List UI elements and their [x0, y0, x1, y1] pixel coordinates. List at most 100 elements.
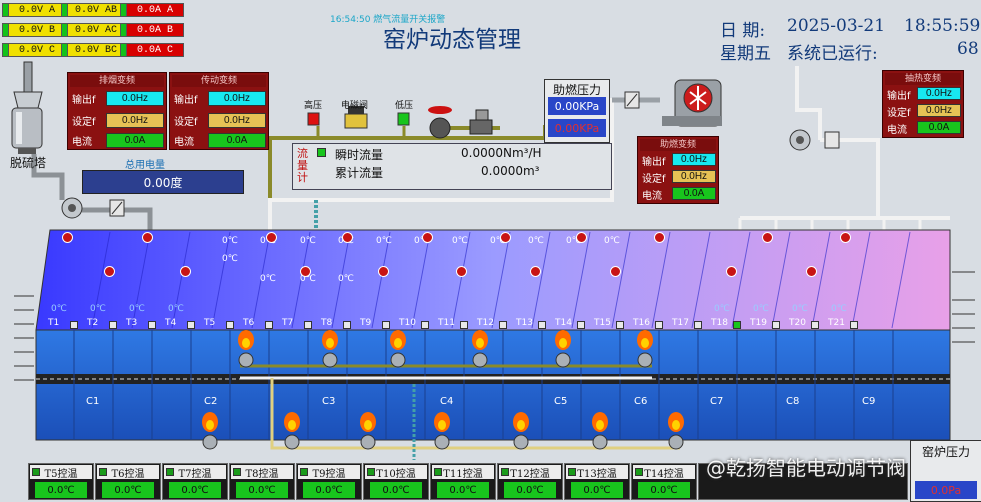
zone-status-light [772, 321, 780, 329]
thermocouple-icon [840, 232, 851, 243]
kiln-car-label: C7 [710, 396, 724, 407]
temperature-control-box[interactable]: T14控温 0.0℃ [631, 463, 697, 500]
zone-temperature: 0℃ [753, 304, 769, 314]
kiln-pressure-panel: 窑炉压力 0.0Pa [910, 440, 981, 502]
zone-status-light [460, 321, 468, 329]
vfd-label: 输出f [72, 95, 96, 106]
control-value: 0.0℃ [303, 482, 355, 498]
cooling-vfd-panel: 抽热变频 输出f 0.0Hz 设定f 0.0Hz 电流 0.0A [882, 70, 964, 138]
temperature-control-box[interactable]: T13控温 0.0℃ [564, 463, 630, 500]
temperature-control-box[interactable]: T5控温 0.0℃ [28, 463, 94, 500]
zone-label: T17 [672, 318, 689, 328]
zone-label: T4 [165, 318, 177, 328]
control-status-light [367, 468, 375, 476]
vfd-label: 设定f [174, 117, 198, 128]
zone-label: T10 [399, 318, 416, 328]
zone-label: T18 [711, 318, 728, 328]
zone-status-light [304, 321, 312, 329]
watermark: @乾扬智能电动调节阀 [706, 456, 906, 480]
zone-status-light [499, 321, 507, 329]
thermocouple-icon [610, 266, 621, 277]
vfd-current: 0.0A [106, 133, 164, 148]
zone-status-light [70, 321, 78, 329]
zone-temperature: 0℃ [129, 304, 145, 314]
vfd-set-freq[interactable]: 0.0Hz [208, 113, 266, 128]
vfd-label: 输出f [174, 95, 198, 106]
drive-vfd-title: 传动变频 [172, 75, 266, 87]
temperature-control-box[interactable]: T12控温 0.0℃ [497, 463, 563, 500]
upper-temperature: 0℃ [300, 236, 316, 246]
zone-temperature: 0℃ [168, 304, 184, 314]
kiln-car-label: C4 [440, 396, 454, 407]
aux-pressure-title: 助燃压力 [552, 83, 601, 97]
upper-temperature: 0℃ [222, 254, 238, 264]
cooling-fan-icon [789, 129, 840, 151]
temperature-control-box[interactable]: T7控温 0.0℃ [162, 463, 228, 500]
temperature-control-box[interactable]: T9控温 0.0℃ [296, 463, 362, 500]
control-status-light [568, 468, 576, 476]
zone-label: T3 [126, 318, 138, 328]
thermocouple-icon [142, 232, 153, 243]
temperature-control-box[interactable]: T6控温 0.0℃ [95, 463, 161, 500]
zone-status-light [265, 321, 273, 329]
zone-status-light [733, 321, 741, 329]
zone-label: T21 [828, 318, 845, 328]
low-pressure-label: 低压 [395, 101, 414, 111]
solenoid-valve-label: 电磁阀 [341, 101, 369, 111]
total-flow-value: 0.0000m³ [481, 164, 540, 178]
vfd-label: 输出f [887, 91, 911, 102]
cooling-vfd-title: 抽热变频 [885, 73, 961, 85]
instant-flow-label: 瞬时流量 [335, 148, 384, 162]
total-power-value: 0.00度 [82, 170, 244, 194]
aux-pressure-value-2: 0.00KPa [548, 119, 606, 137]
zone-label: T19 [750, 318, 767, 328]
control-value: 0.0℃ [638, 482, 690, 498]
vfd-set-freq[interactable]: 0.0Hz [106, 113, 164, 128]
vfd-label: 输出f [642, 157, 666, 168]
control-value: 0.0℃ [437, 482, 489, 498]
thermocouple-icon [654, 232, 665, 243]
zone-label: T5 [204, 318, 216, 328]
vfd-label: 电流 [642, 191, 662, 202]
zone-status-light [577, 321, 585, 329]
zone-label: T6 [243, 318, 255, 328]
vfd-set-freq[interactable]: 0.0Hz [917, 104, 961, 117]
combustion-fan-icon [624, 79, 722, 127]
control-value: 0.0℃ [236, 482, 288, 498]
thermocouple-icon [266, 232, 277, 243]
desulfur-tower-label: 脱硫塔 [10, 156, 47, 170]
zone-temperature: 0℃ [792, 304, 808, 314]
total-power-label: 总用电量 [125, 160, 165, 171]
thermocouple-icon [576, 232, 587, 243]
kiln-pressure-title: 窑炉压力 [921, 445, 970, 459]
temperature-control-box[interactable]: T8控温 0.0℃ [229, 463, 295, 500]
vfd-set-freq[interactable]: 0.0Hz [672, 170, 716, 183]
vfd-current: 0.0A [208, 133, 266, 148]
zone-label: T2 [87, 318, 99, 328]
instant-flow-value: 0.0000Nm³/H [461, 146, 542, 160]
vfd-output-freq: 0.0Hz [672, 153, 716, 166]
flow-meter-panel: 流量计 瞬时流量 0.0000Nm³/H 累计流量 0.0000m³ [292, 143, 612, 190]
zone-temperature: 0℃ [714, 304, 730, 314]
temperature-control-box[interactable]: T10控温 0.0℃ [363, 463, 429, 500]
control-status-light [434, 468, 442, 476]
kiln-car-label: C3 [322, 396, 336, 407]
thermocouple-icon [342, 232, 353, 243]
thermocouple-icon [300, 266, 311, 277]
aux-vfd-panel: 助燃变频 输出f 0.0Hz 设定f 0.0Hz 电流 0.0A [637, 136, 719, 204]
zone-label: T7 [282, 318, 294, 328]
zone-label: T8 [321, 318, 333, 328]
control-status-light [501, 468, 509, 476]
upper-temperature: 0℃ [528, 236, 544, 246]
aux-vfd-title: 助燃变频 [640, 139, 716, 151]
zone-temperature: 0℃ [51, 304, 67, 314]
zone-label: T11 [438, 318, 455, 328]
zone-temperature: 0℃ [90, 304, 106, 314]
kiln-car-label: C6 [634, 396, 648, 407]
thermocouple-icon [456, 266, 467, 277]
exhaust-vfd-title: 排烟变频 [70, 75, 164, 87]
upper-temperature: 0℃ [338, 274, 354, 284]
kiln-pressure-value: 0.0Pa [915, 481, 977, 499]
temperature-control-box[interactable]: T11控温 0.0℃ [430, 463, 496, 500]
flow-status-light [317, 148, 326, 157]
